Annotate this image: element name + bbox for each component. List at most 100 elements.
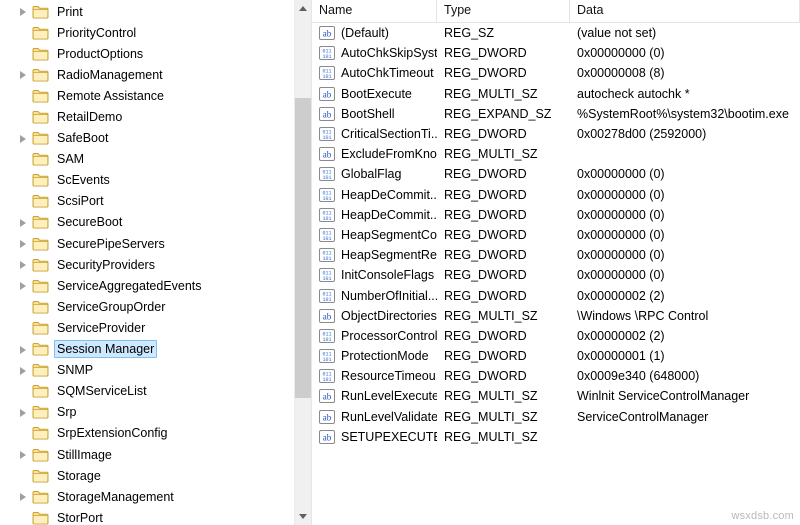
- table-row[interactable]: 011 101 NumberOfInitial... REG_DWORD 0x00000…: [312, 285, 800, 305]
- tree-item-srp[interactable]: Srp: [0, 402, 295, 423]
- value-name-cell[interactable]: 011 101 AutoChkTimeout: [312, 66, 437, 81]
- tree-item-productoptions[interactable]: ProductOptions: [0, 43, 295, 64]
- chevron-right-icon[interactable]: [18, 254, 32, 275]
- tree-item-print[interactable]: Print: [0, 1, 295, 22]
- value-name-cell[interactable]: 011 101 CriticalSectionTi...: [312, 127, 437, 142]
- chevron-right-icon[interactable]: [18, 275, 32, 296]
- tree-item-serviceaggregatedevents[interactable]: ServiceAggregatedEvents: [0, 275, 295, 296]
- value-name-cell[interactable]: 011 101 HeapSegmentRe...: [312, 248, 437, 263]
- table-row[interactable]: ab RunLevelExecute REG_MULTI_SZ Winlnit Ser…: [312, 386, 800, 406]
- value-name-cell[interactable]: ab (Default): [312, 26, 437, 41]
- table-row[interactable]: 011 101 ResourceTimeou... REG_DWORD 0x0009e3…: [312, 366, 800, 386]
- value-name-cell[interactable]: 011 101 InitConsoleFlags: [312, 268, 437, 283]
- table-row[interactable]: ab SETUPEXECUTE REG_MULTI_SZ: [312, 427, 800, 447]
- tree-item-radiomanagement[interactable]: RadioManagement: [0, 64, 295, 85]
- values-column-header[interactable]: Name Type Data: [312, 0, 800, 23]
- value-name-cell[interactable]: ab SETUPEXECUTE: [312, 429, 437, 444]
- table-row[interactable]: ab ExcludeFromKno... REG_MULTI_SZ: [312, 144, 800, 164]
- table-row[interactable]: ab (Default) REG_SZ (value not set): [312, 23, 800, 43]
- value-name-cell[interactable]: 011 101 NumberOfInitial...: [312, 288, 437, 303]
- tree-item-label: PriorityControl: [57, 25, 137, 40]
- tree-scrollbar-thumb[interactable]: [295, 98, 311, 398]
- svg-text:101: 101: [322, 54, 331, 60]
- scroll-down-arrow-icon[interactable]: [295, 508, 311, 525]
- column-header-name[interactable]: Name: [312, 0, 437, 22]
- svg-text:101: 101: [322, 357, 331, 363]
- tree-item-scevents[interactable]: ScEvents: [0, 170, 295, 191]
- value-name-cell[interactable]: 011 101 ProtectionMode: [312, 349, 437, 364]
- column-header-type[interactable]: Type: [437, 0, 570, 22]
- value-name-cell[interactable]: ab ExcludeFromKno...: [312, 147, 437, 162]
- chevron-right-icon[interactable]: [18, 212, 32, 233]
- tree-item-srpextensionconfig[interactable]: SrpExtensionConfig: [0, 423, 295, 444]
- tree-item-securityproviders[interactable]: SecurityProviders: [0, 254, 295, 275]
- value-name-cell[interactable]: 011 101 HeapSegmentCo...: [312, 227, 437, 242]
- tree-item-retaildemo[interactable]: RetailDemo: [0, 106, 295, 127]
- registry-values-pane[interactable]: Name Type Data ab (Default) REG_SZ (value n…: [312, 0, 800, 525]
- chevron-right-icon[interactable]: [18, 64, 32, 85]
- chevron-right-icon[interactable]: [18, 444, 32, 465]
- tree-item-servicegrouporder[interactable]: ServiceGroupOrder: [0, 296, 295, 317]
- table-row[interactable]: ab RunLevelValidate REG_MULTI_SZ ServiceCon…: [312, 407, 800, 427]
- tree-vertical-scrollbar[interactable]: [294, 0, 311, 525]
- value-name-cell[interactable]: 011 101 HeapDeCommit...: [312, 207, 437, 222]
- chevron-right-icon[interactable]: [18, 339, 32, 360]
- table-row[interactable]: 011 101 ProcessorControl REG_DWORD 0x0000000…: [312, 326, 800, 346]
- chevron-right-icon[interactable]: [18, 1, 32, 22]
- value-name-cell[interactable]: 011101 AutoChkSkipSyst...: [312, 46, 437, 61]
- chevron-right-icon[interactable]: [18, 233, 32, 254]
- table-row[interactable]: 011 101 InitConsoleFlags REG_DWORD 0x0000000…: [312, 265, 800, 285]
- table-row[interactable]: ab BootShell REG_EXPAND_SZ %SystemRoot%\sys…: [312, 104, 800, 124]
- table-row[interactable]: 011 101 HeapSegmentRe... REG_DWORD 0x0000000…: [312, 245, 800, 265]
- table-row[interactable]: ab BootExecute REG_MULTI_SZ autocheck autoc…: [312, 84, 800, 104]
- tree-item-snmp[interactable]: SNMP: [0, 360, 295, 381]
- value-name-cell[interactable]: 011 101 GlobalFlag: [312, 167, 437, 182]
- registry-values-list[interactable]: ab (Default) REG_SZ (value not set) 011 101 Au…: [312, 23, 800, 447]
- table-row[interactable]: 011 101 ProtectionMode REG_DWORD 0x00000001 …: [312, 346, 800, 366]
- tree-item-secureboot[interactable]: SecureBoot: [0, 212, 295, 233]
- value-name-cell[interactable]: ab RunLevelExecute: [312, 389, 437, 404]
- tree-item-stillimage[interactable]: StillImage: [0, 444, 295, 465]
- folder-icon: [32, 511, 49, 525]
- tree-item-scsiport[interactable]: ScsiPort: [0, 191, 295, 212]
- chevron-right-icon[interactable]: [18, 128, 32, 149]
- table-row[interactable]: 011101 AutoChkSkipSyst... REG_DWORD 0x00000…: [312, 43, 800, 63]
- table-row[interactable]: 011 101 CriticalSectionTi... REG_DWORD 0x002…: [312, 124, 800, 144]
- value-name-cell[interactable]: ab RunLevelValidate: [312, 409, 437, 424]
- value-name-cell[interactable]: 011 101 ProcessorControl: [312, 328, 437, 343]
- tree-item-sqmservicelist[interactable]: SQMServiceList: [0, 381, 295, 402]
- chevron-right-icon[interactable]: [18, 486, 32, 507]
- table-row[interactable]: ab ObjectDirectories REG_MULTI_SZ \Windows …: [312, 306, 800, 326]
- value-name-cell[interactable]: ab BootExecute: [312, 86, 437, 101]
- tree-item-serviceprovider[interactable]: ServiceProvider: [0, 317, 295, 338]
- value-name-cell[interactable]: ab ObjectDirectories: [312, 308, 437, 323]
- tree-item-securepipeservers[interactable]: SecurePipeServers: [0, 233, 295, 254]
- tree-item-session-manager[interactable]: Session Manager: [0, 339, 295, 360]
- value-name-cell[interactable]: 011 101 ResourceTimeou...: [312, 369, 437, 384]
- value-data-cell: 0x0009e340 (648000): [577, 369, 700, 384]
- registry-key-tree-pane[interactable]: Print PriorityControl ProductOptions RadioM…: [0, 0, 312, 525]
- column-header-data[interactable]: Data: [570, 0, 800, 22]
- table-row[interactable]: 011 101 AutoChkTimeout REG_DWORD 0x00000008 …: [312, 63, 800, 83]
- tree-item-sam[interactable]: SAM: [0, 149, 295, 170]
- tree-item-remote-assistance[interactable]: Remote Assistance: [0, 85, 295, 106]
- table-row[interactable]: 011 101 HeapSegmentCo... REG_DWORD 0x0000000…: [312, 225, 800, 245]
- chevron-right-icon[interactable]: [18, 402, 32, 423]
- scroll-up-arrow-icon[interactable]: [295, 0, 311, 17]
- value-name-cell[interactable]: 011 101 HeapDeCommit...: [312, 187, 437, 202]
- tree-item-storagemanagement[interactable]: StorageManagement: [0, 486, 295, 507]
- tree-item-prioritycontrol[interactable]: PriorityControl: [0, 22, 295, 43]
- tree-item-safeboot[interactable]: SafeBoot: [0, 128, 295, 149]
- tree-item-storage[interactable]: Storage: [0, 465, 295, 486]
- table-row[interactable]: 011 101 GlobalFlag REG_DWORD 0x00000000 (0): [312, 164, 800, 184]
- value-name-cell[interactable]: ab BootShell: [312, 106, 437, 121]
- table-row[interactable]: 011 101 HeapDeCommit... REG_DWORD 0x00000000…: [312, 205, 800, 225]
- watermark-text: wsxdsb.com: [731, 510, 794, 522]
- value-data-cell: 0x00000000 (0): [577, 187, 665, 202]
- tree-item-storport[interactable]: StorPort: [0, 507, 295, 525]
- table-row[interactable]: 011 101 HeapDeCommit... REG_DWORD 0x00000000…: [312, 185, 800, 205]
- registry-key-tree[interactable]: Print PriorityControl ProductOptions RadioM…: [0, 0, 295, 525]
- chevron-right-icon[interactable]: [18, 360, 32, 381]
- binary-value-icon: 011 101: [319, 349, 335, 364]
